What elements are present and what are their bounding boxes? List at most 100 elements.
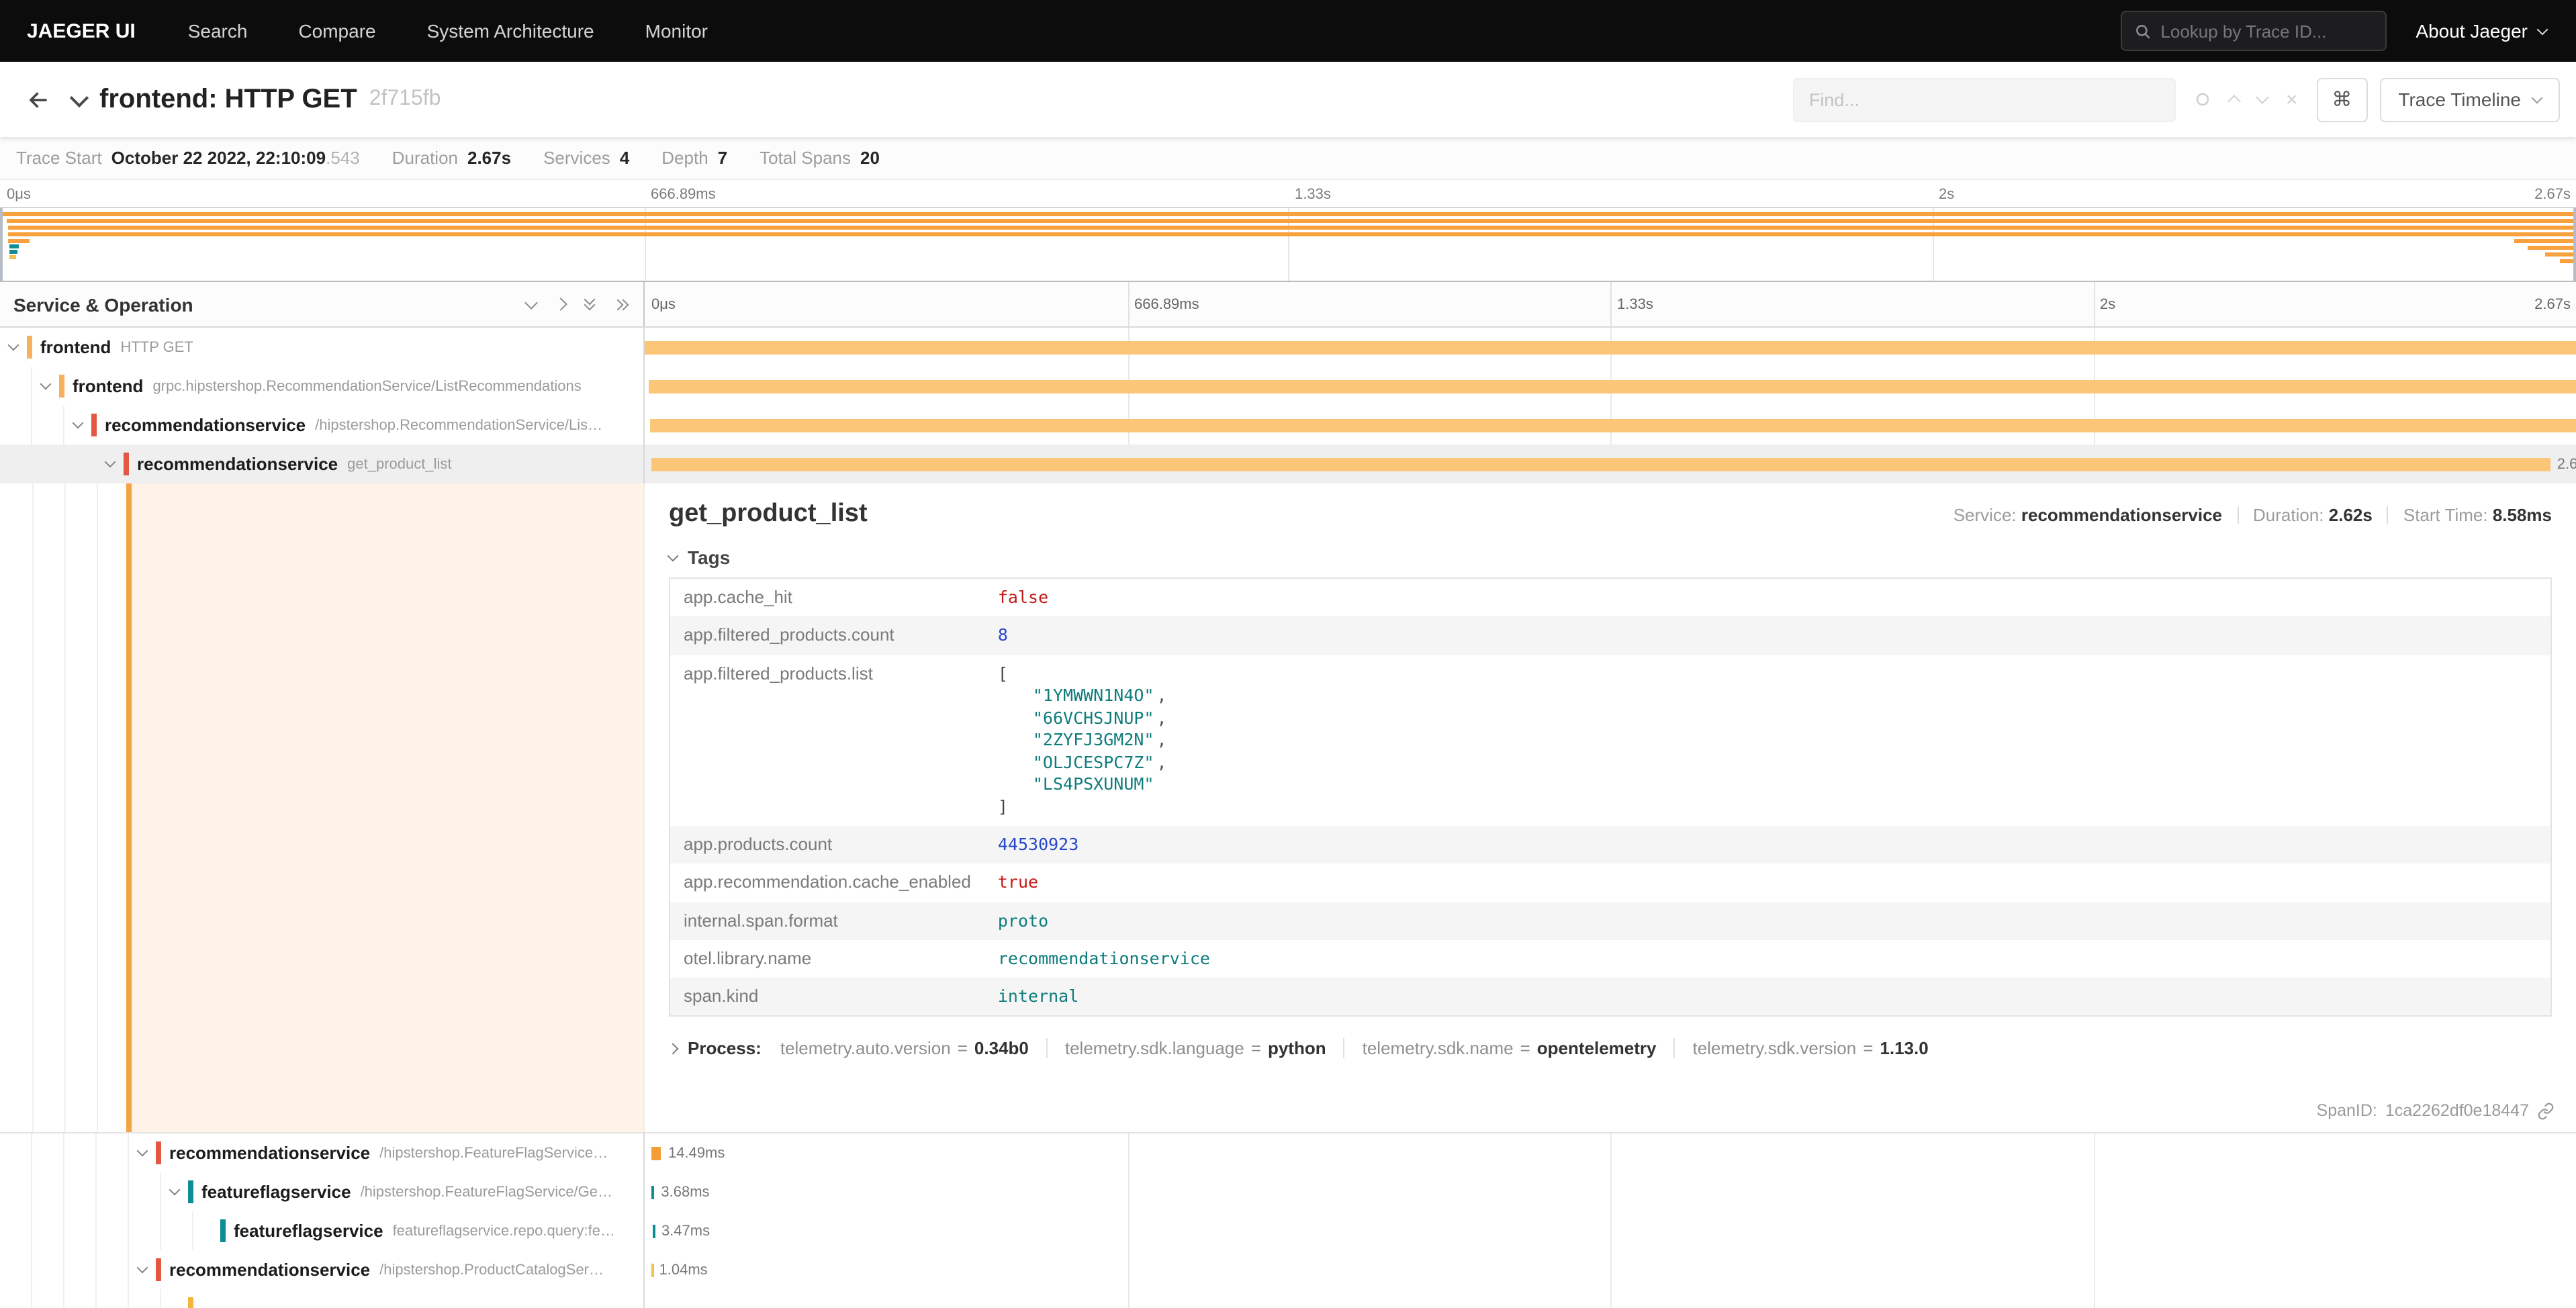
- span-duration-bar[interactable]: [651, 1146, 661, 1160]
- minimap-tick-label: 1.33s: [1295, 187, 1331, 203]
- nav-item-search[interactable]: Search: [163, 0, 273, 62]
- tags-table: app.cache_hitfalseapp.filtered_products.…: [669, 577, 2552, 1017]
- span-name-cell[interactable]: featureflagservicefeatureflagservice.rep…: [0, 1211, 645, 1250]
- span-duration-bar[interactable]: [651, 1263, 654, 1276]
- indent-guide: [97, 1250, 129, 1289]
- expander-chevron-icon[interactable]: [97, 462, 122, 466]
- find-input[interactable]: [1793, 77, 2176, 122]
- tag-value: internal: [984, 978, 2551, 1017]
- span-name-cell[interactable]: featureflagservice/hipstershop.FeatureFl…: [0, 1172, 645, 1211]
- indent-guide: [32, 1289, 64, 1308]
- minimap-tick-label: 2.67s: [2534, 187, 2571, 203]
- minimap-canvas[interactable]: [0, 207, 2576, 282]
- span-track[interactable]: [645, 328, 2576, 367]
- trace-id-search[interactable]: [2120, 11, 2386, 51]
- span-track[interactable]: 3.47ms: [645, 1211, 2576, 1250]
- span-duration-bar[interactable]: [651, 1185, 654, 1199]
- about-jaeger-menu[interactable]: About Jaeger: [2386, 20, 2560, 42]
- selected-span-highlight: [132, 483, 643, 1132]
- span-track[interactable]: [645, 367, 2576, 406]
- indent-guide: [32, 1250, 64, 1289]
- span-track[interactable]: [645, 406, 2576, 445]
- expand-all-icon[interactable]: [586, 299, 594, 309]
- minimap-span: [9, 244, 18, 248]
- find-prev-icon[interactable]: [2229, 93, 2239, 106]
- back-arrow-icon: [25, 87, 50, 112]
- minimap-tick-label: 0μs: [7, 187, 31, 203]
- nav-menu: SearchCompareSystem ArchitectureMonitor: [163, 0, 733, 62]
- span-track[interactable]: 1.04ms: [645, 1250, 2576, 1289]
- expander-chevron-icon[interactable]: [129, 1268, 154, 1272]
- trace-title-toggle[interactable]: [62, 82, 97, 117]
- span-name-cell[interactable]: recommendationserviceget_product_list: [0, 445, 645, 483]
- tag-row: internal.span.formatproto: [670, 902, 2551, 940]
- expander-chevron-icon[interactable]: [32, 384, 58, 388]
- keyboard-shortcuts-button[interactable]: ⌘: [2316, 77, 2367, 122]
- operation-name: get_product_list: [347, 456, 451, 472]
- service-color-tick: [156, 1141, 161, 1164]
- trace-view-label: Trace Timeline: [2398, 89, 2521, 110]
- operation-name: /hipstershop.FeatureFlagService…: [379, 1145, 608, 1161]
- service-name: recommendationservice: [169, 1143, 370, 1163]
- span-row: featureflagservicefeatureflagservice.rep…: [0, 1211, 2576, 1250]
- indent-guide: [97, 1211, 129, 1250]
- summary-item: Trace StartOctober 22 2022, 22:10:09.543: [16, 148, 360, 168]
- indent-guide: [64, 1211, 97, 1250]
- span-name-cell[interactable]: frontendHTTP GET: [0, 328, 645, 367]
- app-logo[interactable]: JAEGER UI: [0, 19, 163, 42]
- span-track[interactable]: 14.49ms: [645, 1133, 2576, 1172]
- span-row: recommendationserviceget_product_list2.6…: [0, 445, 2576, 483]
- span-name-cell[interactable]: recommendationservice/hipstershop.Featur…: [0, 1133, 645, 1172]
- span-row: recommendationservice/hipstershop.Featur…: [0, 1133, 2576, 1172]
- tag-value: recommendationservice: [984, 940, 2551, 978]
- expander-chevron-icon[interactable]: [161, 1190, 187, 1194]
- collapse-one-icon[interactable]: [556, 299, 565, 309]
- span-duration-bar[interactable]: [652, 1224, 655, 1237]
- process-tag: telemetry.auto.version=0.34b0: [780, 1039, 1046, 1059]
- span-duration-bar[interactable]: [651, 457, 2550, 471]
- span-name-cell[interactable]: [0, 1289, 645, 1308]
- indent-guide: [64, 1172, 97, 1211]
- process-tags: telemetry.auto.version=0.34b0telemetry.s…: [780, 1039, 1946, 1059]
- header-controls: × ⌘ Trace Timeline: [1793, 77, 2560, 122]
- span-name-cell[interactable]: recommendationservice/hipstershop.Produc…: [0, 1250, 645, 1289]
- expander-chevron-icon[interactable]: [64, 423, 90, 427]
- expand-one-icon[interactable]: [526, 301, 536, 307]
- span-track[interactable]: 3.68ms: [645, 1172, 2576, 1211]
- nav-item-monitor[interactable]: Monitor: [620, 0, 733, 62]
- trace-view-selector[interactable]: Trace Timeline: [2379, 77, 2560, 122]
- service-color-tick: [124, 453, 129, 475]
- back-button[interactable]: [16, 78, 59, 121]
- collapse-all-icon[interactable]: [614, 300, 627, 308]
- expander-chevron-icon[interactable]: [0, 345, 26, 349]
- indent-guide: [32, 406, 64, 445]
- find-next-icon[interactable]: [2258, 97, 2267, 102]
- minimap-tick-labels: 0μs666.89ms1.33s2s2.67s: [0, 180, 2576, 207]
- operation-name: /hipstershop.ProductCatalogSer…: [379, 1262, 604, 1278]
- command-icon: ⌘: [2332, 87, 2352, 111]
- minimap-left-handle[interactable]: [0, 208, 3, 281]
- trace-title: frontend: HTTP GET: [99, 84, 357, 115]
- service-color-tick: [27, 336, 32, 359]
- ruler-gridline: [1610, 282, 1612, 326]
- process-accordion-header[interactable]: Process:: [669, 1039, 762, 1059]
- link-icon[interactable]: [2537, 1102, 2555, 1119]
- trace-id-search-input[interactable]: [2160, 21, 2373, 41]
- span-duration-bar[interactable]: [649, 379, 2576, 393]
- indent-guide: [129, 1289, 161, 1308]
- expander-chevron-icon[interactable]: [129, 1151, 154, 1155]
- span-track[interactable]: [645, 1289, 2576, 1308]
- minimap-span: [2545, 252, 2576, 256]
- minimap-span: [9, 239, 30, 243]
- minimap-right-handle[interactable]: [2573, 208, 2576, 281]
- span-name-cell[interactable]: frontendgrpc.hipstershop.RecommendationS…: [0, 367, 645, 406]
- nav-item-compare[interactable]: Compare: [273, 0, 401, 62]
- span-name-cell[interactable]: recommendationservice/hipstershop.Recomm…: [0, 406, 645, 445]
- span-duration-bar[interactable]: [651, 418, 2576, 432]
- span-id-row: SpanID: 1ca2262df0e18447: [2317, 1101, 2555, 1120]
- span-duration-bar[interactable]: [645, 340, 2576, 354]
- nav-item-system-architecture[interactable]: System Architecture: [402, 0, 620, 62]
- tags-accordion-header[interactable]: Tags: [669, 547, 2552, 568]
- span-track[interactable]: 2.62s: [645, 445, 2576, 483]
- clear-find-icon[interactable]: ×: [2286, 89, 2298, 109]
